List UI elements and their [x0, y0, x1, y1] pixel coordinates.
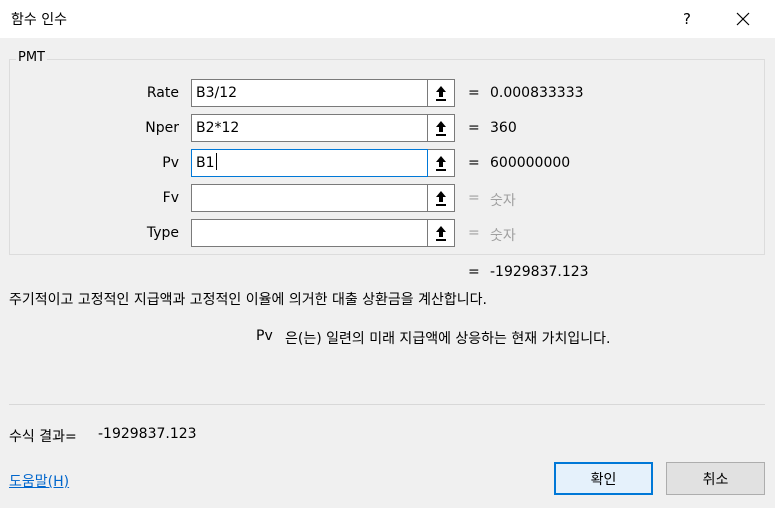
pv-result: 600000000 [490, 155, 571, 171]
collapse-dialog-icon [436, 86, 446, 101]
nper-collapse-button[interactable] [428, 114, 455, 142]
equals-sign: = [468, 155, 480, 171]
formula-result-value: -1929837.123 [98, 426, 197, 442]
help-link[interactable]: 도움말(H) [9, 471, 69, 491]
equals-sign: = [468, 225, 480, 241]
arg-row-rate: Rate B3/12 = 0.000833333 [0, 79, 775, 109]
fv-collapse-button[interactable] [428, 184, 455, 212]
pv-input-value: B1 [196, 155, 215, 171]
help-button[interactable]: ? [664, 0, 710, 38]
rate-input[interactable]: B3/12 [191, 79, 428, 107]
collapse-dialog-icon [436, 156, 446, 171]
nper-input[interactable]: B2*12 [191, 114, 428, 142]
arg-label-rate: Rate [146, 85, 179, 101]
pv-collapse-button[interactable] [428, 149, 455, 177]
cancel-button[interactable]: 취소 [666, 462, 765, 495]
function-result: -1929837.123 [490, 264, 589, 280]
question-icon: ? [683, 10, 691, 28]
collapse-dialog-icon [436, 121, 446, 136]
title-bar: 함수 인수 ? [0, 0, 775, 38]
type-result-hint: 숫자 [490, 228, 516, 244]
argument-description-text: 은(는) 일련의 미래 지급액에 상응하는 현재 가치입니다. [285, 331, 611, 347]
arg-row-type: Type = 숫자 [0, 219, 775, 249]
function-result-equals: = [468, 264, 480, 280]
function-description: 주기적이고 고정적인 지급액과 고정적인 이율에 의거한 대출 상환금을 계산합… [9, 292, 487, 308]
fv-result-hint: 숫자 [490, 193, 516, 209]
argument-description-name: Pv [256, 328, 273, 344]
close-icon [736, 12, 750, 26]
equals-sign: = [468, 85, 480, 101]
dialog-title: 함수 인수 [11, 12, 67, 28]
arg-row-pv: Pv B1 = 600000000 [0, 149, 775, 179]
divider [9, 404, 765, 405]
collapse-dialog-icon [436, 191, 446, 206]
arg-label-pv: Pv [162, 155, 179, 171]
collapse-dialog-icon [436, 226, 446, 241]
fv-input[interactable] [191, 184, 428, 212]
type-collapse-button[interactable] [428, 219, 455, 247]
arg-label-fv: Fv [162, 190, 179, 206]
function-name: PMT [16, 50, 47, 65]
arg-row-fv: Fv = 숫자 [0, 184, 775, 214]
nper-result: 360 [490, 120, 517, 136]
rate-collapse-button[interactable] [428, 79, 455, 107]
type-input[interactable] [191, 219, 428, 247]
close-button[interactable] [720, 0, 766, 38]
arg-row-nper: Nper B2*12 = 360 [0, 114, 775, 144]
equals-sign: = [468, 190, 480, 206]
arg-label-type: Type [146, 225, 179, 241]
text-caret [215, 153, 217, 170]
rate-result: 0.000833333 [490, 85, 584, 101]
pv-input[interactable]: B1 [191, 149, 428, 177]
formula-result-label: 수식 결과= [9, 429, 77, 445]
arg-label-nper: Nper [145, 120, 179, 136]
ok-button[interactable]: 확인 [554, 462, 653, 495]
equals-sign: = [468, 120, 480, 136]
